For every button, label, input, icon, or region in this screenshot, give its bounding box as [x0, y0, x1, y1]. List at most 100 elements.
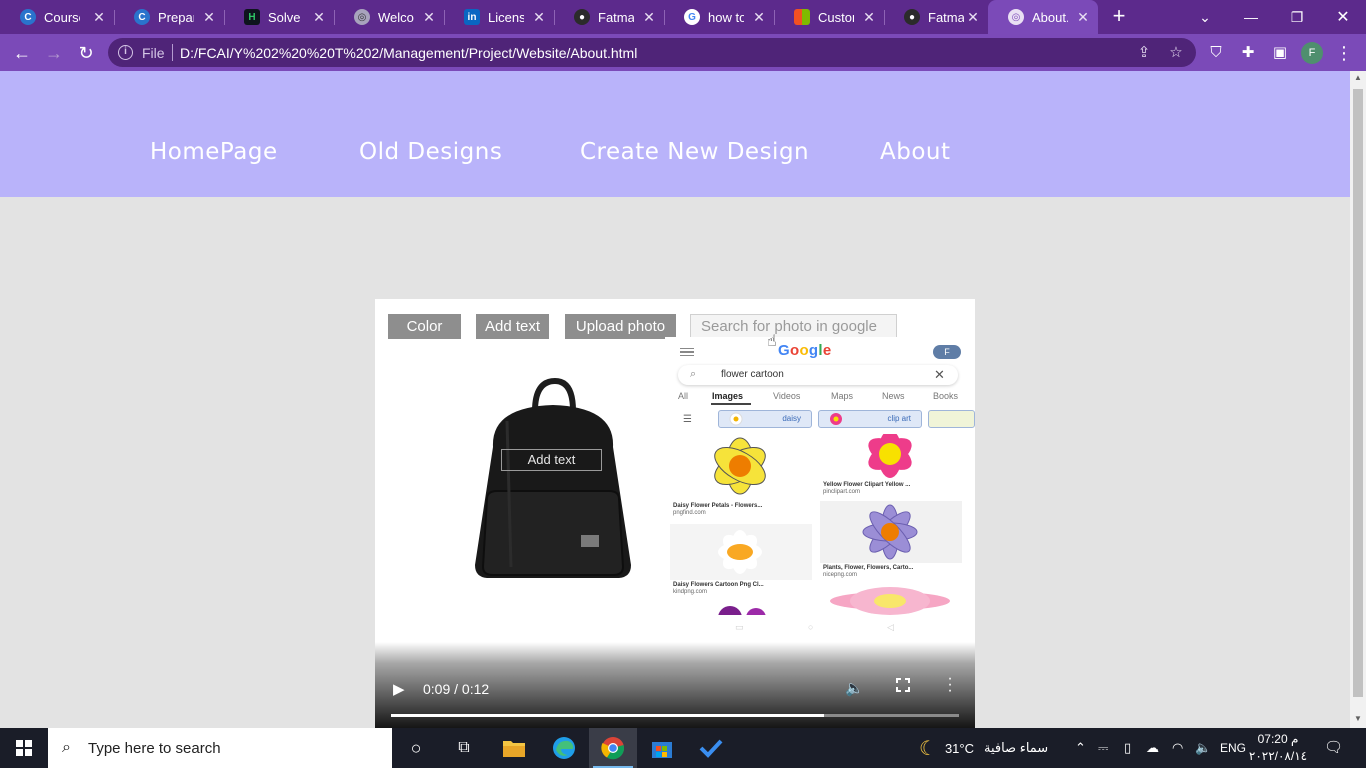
- menu-kebab-icon[interactable]: ⋮: [1334, 43, 1354, 63]
- linkedin-icon: in: [464, 9, 480, 25]
- tab-welcome[interactable]: ◎ Welcom ✕: [334, 0, 444, 34]
- chevron-up-icon[interactable]: ⌃: [1075, 740, 1086, 756]
- close-window-button[interactable]: ✕: [1320, 0, 1366, 34]
- tab-coursera-1[interactable]: C Coursera ✕: [0, 0, 114, 34]
- task-view-icon[interactable]: ⧉: [440, 728, 488, 768]
- chrome-icon[interactable]: [589, 728, 637, 768]
- result-image-purple-flower: [820, 501, 962, 563]
- cortana-icon[interactable]: ○: [392, 728, 440, 768]
- new-tab-button[interactable]: +: [1108, 5, 1130, 28]
- tab-label: About.h: [1032, 9, 1068, 25]
- tab-github-2[interactable]: ● FatmaK ✕: [884, 0, 988, 34]
- back-button[interactable]: ←: [9, 40, 35, 66]
- network-plug-icon[interactable]: ⎓: [1098, 740, 1108, 756]
- address-bar[interactable]: i File D:/FCAI/Y%202%20%20T%202/Manageme…: [108, 38, 1196, 67]
- result-image-partial: [670, 603, 812, 615]
- edge-icon[interactable]: [540, 728, 588, 768]
- forward-button[interactable]: →: [41, 40, 67, 66]
- share-icon[interactable]: ⇪: [1134, 43, 1154, 63]
- video-controls: ▶ 0:09 / 0:12 🔈 · · ·: [375, 642, 975, 728]
- battery-icon[interactable]: ▯: [1124, 740, 1131, 756]
- language-indicator[interactable]: ENG: [1220, 741, 1246, 755]
- nav-homepage[interactable]: HomePage: [150, 139, 278, 165]
- coursera-icon: C: [20, 9, 36, 25]
- result-source: pinclipart.com: [823, 489, 861, 495]
- scroll-thumb[interactable]: [1353, 89, 1363, 697]
- play-icon[interactable]: ▶: [393, 680, 405, 698]
- page-scrollbar[interactable]: ▲ ▼: [1350, 71, 1366, 728]
- tab-linkedin[interactable]: in Licenses ✕: [444, 0, 554, 34]
- page-viewport: HomePage Old Designs Create New Design A…: [0, 71, 1350, 728]
- close-icon[interactable]: ✕: [422, 10, 436, 24]
- g-tab-all: All: [678, 391, 689, 401]
- tab-hackerrank[interactable]: H Solve SQ ✕: [224, 0, 334, 34]
- globe-icon: ◎: [354, 9, 370, 25]
- fullscreen-icon[interactable]: [896, 678, 910, 692]
- close-icon[interactable]: ✕: [966, 10, 980, 24]
- bookmark-star-icon[interactable]: ☆: [1166, 43, 1186, 63]
- taskbar-clock[interactable]: 07:20 م ٢٠٢٢/٠٨/١٤: [1247, 731, 1309, 765]
- close-icon[interactable]: ✕: [642, 10, 656, 24]
- profile-avatar[interactable]: F: [1301, 42, 1323, 64]
- chevron-down-icon[interactable]: ⌄: [1182, 0, 1228, 34]
- tab-label: Coursera: [44, 9, 80, 25]
- shield-extension-icon[interactable]: ⛉: [1206, 43, 1226, 63]
- weather-temp: 31°C: [944, 740, 974, 756]
- search-icon: ⌕: [690, 368, 697, 380]
- notification-icon[interactable]: 🗨: [1324, 738, 1343, 756]
- close-icon[interactable]: ✕: [862, 10, 876, 24]
- nav-create-new-design[interactable]: Create New Design: [580, 139, 809, 165]
- tab-github-1[interactable]: ● FatmaK ✕: [554, 0, 664, 34]
- info-icon[interactable]: i: [118, 45, 133, 60]
- file-explorer-icon[interactable]: [490, 728, 538, 768]
- speaker-icon[interactable]: 🔈: [1195, 740, 1211, 756]
- microsoft-store-icon[interactable]: [638, 728, 686, 768]
- scroll-up-arrow-icon[interactable]: ▲: [1350, 73, 1366, 85]
- android-back-icon: ◁: [887, 622, 894, 632]
- hackerrank-icon: H: [244, 9, 260, 25]
- more-options-icon[interactable]: · · ·: [947, 671, 953, 699]
- close-icon[interactable]: ✕: [752, 10, 766, 24]
- tab-strip: C Coursera ✕ C Prepare ✕ H Solve SQ ✕ ◎ …: [0, 0, 1366, 34]
- mouse-cursor-icon: ☝: [767, 333, 777, 350]
- minimize-button[interactable]: —: [1228, 0, 1274, 34]
- color-button: Color: [388, 314, 461, 339]
- close-icon[interactable]: ✕: [1076, 10, 1090, 24]
- close-icon: ✕: [934, 367, 945, 382]
- onedrive-cloud-icon[interactable]: ☁: [1146, 740, 1159, 756]
- scroll-down-arrow-icon[interactable]: ▼: [1350, 714, 1366, 726]
- close-icon[interactable]: ✕: [532, 10, 546, 24]
- tab-about-active[interactable]: ◎ About.h ✕: [988, 0, 1098, 34]
- extensions-puzzle-icon[interactable]: ✚: [1238, 43, 1258, 63]
- google-icon: G: [684, 9, 700, 25]
- tab-label: Customi: [818, 9, 854, 25]
- filter-icon: ☰: [683, 414, 692, 425]
- start-button[interactable]: [0, 728, 48, 768]
- tab-label: Licenses: [488, 9, 524, 25]
- browser-toolbar: ← → ↻ i File D:/FCAI/Y%202%20%20T%202/Ma…: [0, 34, 1366, 71]
- google-avatar: F: [933, 345, 961, 359]
- video-progress-bar[interactable]: [391, 714, 959, 717]
- reload-button[interactable]: ↻: [73, 40, 99, 66]
- nav-old-designs[interactable]: Old Designs: [359, 139, 502, 165]
- g-tab-maps: Maps: [831, 391, 854, 401]
- close-icon[interactable]: ✕: [312, 10, 326, 24]
- todo-checkmark-icon[interactable]: [687, 728, 735, 768]
- wifi-icon[interactable]: ◠: [1172, 740, 1183, 756]
- result-caption: Daisy Flower Petals - Flowers...: [673, 503, 763, 509]
- taskbar-search-box[interactable]: ⌕ Type here to search: [48, 728, 392, 768]
- result-image-yellow-daisy: [670, 434, 812, 498]
- nav-about[interactable]: About: [880, 139, 951, 165]
- volume-icon[interactable]: 🔈: [845, 679, 864, 697]
- tab-google-search[interactable]: G how to c ✕: [664, 0, 774, 34]
- android-recent-icon: ▭: [735, 622, 744, 632]
- close-icon[interactable]: ✕: [202, 10, 216, 24]
- tab-coursera-2[interactable]: C Prepare ✕: [114, 0, 224, 34]
- side-panel-icon[interactable]: ▣: [1270, 43, 1290, 63]
- restore-button[interactable]: ❐: [1274, 0, 1320, 34]
- close-icon[interactable]: ✕: [92, 10, 106, 24]
- video-progress-fill: [391, 714, 825, 717]
- tab-microsoft[interactable]: Customi ✕: [774, 0, 884, 34]
- weather-widget[interactable]: ☾ 31°C سماء صافية: [919, 737, 1048, 760]
- url-text[interactable]: D:/FCAI/Y%202%20%20T%202/Management/Proj…: [180, 45, 637, 61]
